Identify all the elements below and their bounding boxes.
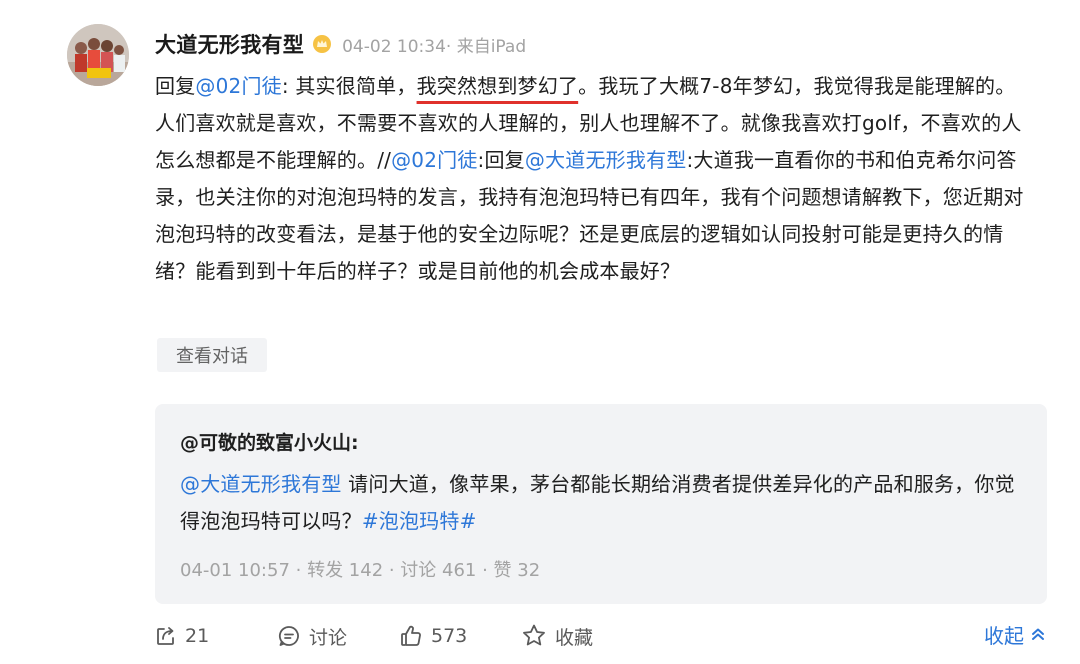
comment-label: 讨论 <box>309 626 348 649</box>
repost-count: 21 <box>185 625 210 647</box>
author-name[interactable]: 大道无形我有型 <box>155 29 304 59</box>
post-meta: 04-02 10:34· 来自iPad <box>342 36 527 57</box>
comment-button[interactable]: 讨论 <box>277 623 399 650</box>
comment-icon <box>278 626 299 646</box>
avatar-photo <box>67 24 129 86</box>
post-text: :回复 <box>477 148 525 172</box>
collapse-label: 收起 <box>984 623 1024 648</box>
topic-link[interactable]: #泡泡玛特# <box>362 509 477 533</box>
action-bar: 21 讨论 573 收藏 <box>155 618 641 654</box>
like-count: 573 <box>431 625 468 647</box>
mention-link[interactable]: @大道无形我有型 <box>525 148 687 172</box>
quote-body: @大道无形我有型 请问大道，像苹果，茅台都能长期给消费者提供差异化的产品和服务，… <box>180 466 1030 540</box>
mention-link[interactable]: @02门徒 <box>391 148 477 172</box>
star-icon <box>523 624 545 646</box>
quote-author[interactable]: @可敬的致富小火山: <box>180 428 359 455</box>
post-text: : 其实很简单， <box>281 74 417 98</box>
chevron-double-up-icon <box>1032 628 1044 640</box>
mention-link[interactable]: @02门徒 <box>195 74 281 98</box>
reply-prefix: 回复 <box>155 74 196 98</box>
quoted-post-card[interactable]: @可敬的致富小火山: @大道无形我有型 请问大道，像苹果，茅台都能长期给消费者提… <box>155 404 1047 604</box>
post-body: 回复@02门徒: 其实很简单，我突然想到梦幻了。我玩了大概7-8年梦幻，我觉得我… <box>155 68 1035 290</box>
quote-meta: 04-01 10:57 · 转发 142 · 讨论 461 · 赞 32 <box>180 560 541 581</box>
mention-link[interactable]: @大道无形我有型 <box>180 472 342 496</box>
crown-badge-icon <box>312 34 332 54</box>
avatar[interactable] <box>67 24 129 86</box>
favorite-label: 收藏 <box>555 626 594 649</box>
share-icon <box>157 627 174 645</box>
collapse-button[interactable]: 收起 <box>984 618 1046 650</box>
repost-button[interactable]: 21 <box>155 625 277 647</box>
thumbs-up-icon <box>401 625 421 646</box>
view-conversation-button[interactable]: 查看对话 <box>157 338 267 372</box>
favorite-button[interactable]: 收藏 <box>521 623 641 650</box>
feed-post: 大道无形我有型 04-02 10:34· 来自iPad 回复@02门徒: 其实很… <box>0 0 1080 664</box>
highlighted-text: 我突然想到梦幻了 <box>416 74 579 98</box>
like-button[interactable]: 573 <box>399 624 521 648</box>
post-header: 大道无形我有型 04-02 10:34· 来自iPad <box>155 28 526 60</box>
